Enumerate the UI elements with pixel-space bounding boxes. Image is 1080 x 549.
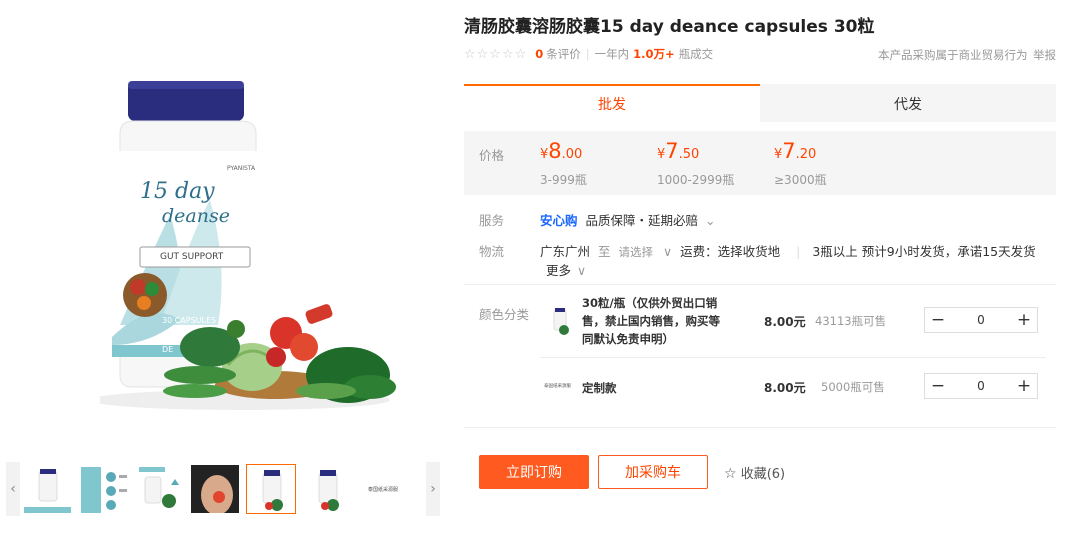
sku-1-quantity-stepper: − 0 + xyxy=(924,307,1038,333)
meta-divider: | xyxy=(585,47,590,61)
price-panel: 价格 ¥8.00 3-999瓶 ¥7.50 1000-2999瓶 ¥7.20 ≥… xyxy=(464,131,1056,195)
thumbnail-5-selected[interactable] xyxy=(246,464,296,514)
price-tier-3-range: ≥3000瓶 xyxy=(774,173,827,187)
favorite-label: 收藏(6) xyxy=(740,467,786,482)
tab-dropship[interactable]: 代发 xyxy=(760,84,1056,122)
deals-count: 1.0万+ xyxy=(633,47,675,61)
buy-now-button[interactable]: 立即订购 xyxy=(479,455,589,489)
sku-divider xyxy=(540,357,1046,358)
logistics-label: 物流 xyxy=(479,244,505,259)
main-product-image[interactable]: PYANISTA 15 day deanse GUT SUPPORT 30 CA… xyxy=(90,75,410,420)
logistics-to: 至 xyxy=(598,244,611,259)
sku-1-decrement-button[interactable]: − xyxy=(925,308,951,332)
thumbnail-3[interactable] xyxy=(134,464,184,514)
add-to-cart-button[interactable]: 加采购车 xyxy=(598,455,708,489)
favorite-button[interactable]: ☆ 收藏(6) xyxy=(724,463,785,482)
sku-2-increment-button[interactable]: + xyxy=(1011,374,1037,398)
sku-2-thumbnail[interactable]: 泰国纸采源服 xyxy=(544,383,571,389)
bottle-bottom-text: DE xyxy=(162,345,174,354)
delivery-promise: 3瓶以上 预计9小时发货，承诺15天发货 xyxy=(812,244,1036,259)
destination-chevron-icon[interactable]: ∨ xyxy=(663,244,672,259)
rating-stars-icon: ☆☆☆☆☆ xyxy=(464,46,528,62)
thumbnail-1[interactable] xyxy=(22,464,72,514)
logistics-row: 广东广州 至 请选择 ∨ 运费：选择收货地 | 3瓶以上 预计9小时发货，承诺1… xyxy=(540,241,1036,260)
sku-1-thumbnail[interactable] xyxy=(548,306,572,336)
review-count[interactable]: 0 xyxy=(535,47,543,61)
price-tier-1: ¥8.00 xyxy=(540,139,583,163)
service-row[interactable]: 安心购 品质保障・延期必赔 ⌄ xyxy=(540,210,715,229)
sku-row-2: 泰国纸采源服 定制款 8.00元 5000瓶可售 − 0 + xyxy=(540,362,1048,414)
thumbnail-prev-arrow[interactable]: ‹ xyxy=(6,462,20,516)
service-text: 品质保障・延期必赔 xyxy=(585,213,699,228)
thumbnail-next-arrow[interactable]: › xyxy=(426,462,440,516)
period-label: 一年内 xyxy=(594,47,630,61)
price-label: 价格 xyxy=(479,148,505,163)
product-meta: ☆☆☆☆☆ 0 条评价 | 一年内 1.0万+ 瓶成交 xyxy=(464,45,713,63)
sku-2-stock: 5000瓶可售 xyxy=(821,380,885,394)
trade-notice: 本产品采购属于商业贸易行为 xyxy=(878,48,1028,62)
bottle-capsules-text: 30 CAPSULES xyxy=(162,316,217,325)
thumbnail-6[interactable] xyxy=(302,464,352,514)
sku-1-price: 8.00元 xyxy=(764,315,806,329)
bottle-brand-text: PYANISTA xyxy=(227,165,256,172)
logistics-origin: 广东广州 xyxy=(540,244,591,259)
product-title: 清肠胶囊溶肠胶囊15 day deance capsules 30粒 xyxy=(464,17,875,37)
price-tier-3: ¥7.20 xyxy=(774,139,817,163)
sku-2-name: 定制款 xyxy=(582,381,617,395)
more-chevron-icon: ∨ xyxy=(577,263,587,278)
thumbnail-7[interactable]: 泰国纸采源服 xyxy=(358,464,408,514)
bottle-label-line1: 15 day xyxy=(140,179,215,204)
price-tier-1-range: 3-999瓶 xyxy=(540,173,587,187)
logistics-more[interactable]: 更多 ∨ xyxy=(546,260,586,279)
service-chevron-icon: ⌄ xyxy=(705,213,716,228)
sku-label: 颜色分类 xyxy=(479,307,530,322)
bottle-label-line2: deanse xyxy=(162,205,230,227)
star-icon: ☆ xyxy=(724,466,737,482)
review-label[interactable]: 条评价 xyxy=(546,46,581,62)
sku-1-name: 30粒/瓶（仅供外贸出口销售，禁止国内销售，购买等同默认免责申明） xyxy=(582,296,720,346)
service-label: 服务 xyxy=(479,213,505,228)
sku-2-decrement-button[interactable]: − xyxy=(925,374,951,398)
thumbnail-2[interactable] xyxy=(78,464,128,514)
anxin-badge: 安心购 xyxy=(540,213,578,228)
section-divider xyxy=(464,284,1056,285)
price-tier-2: ¥7.50 xyxy=(657,139,700,163)
sku-2-price: 8.00元 xyxy=(764,381,806,395)
actions-divider xyxy=(464,427,1056,428)
sku-row-1: 30粒/瓶（仅供外贸出口销售，禁止国内销售，购买等同默认免责申明） 8.00元 … xyxy=(540,294,1048,346)
bottle-band-text: GUT SUPPORT xyxy=(160,252,224,262)
report-link[interactable]: 举报 xyxy=(1033,47,1056,63)
sku-1-increment-button[interactable]: + xyxy=(1011,308,1037,332)
deals-unit: 瓶成交 xyxy=(678,47,714,61)
thumbnail-7-text: 泰国纸采源服 xyxy=(367,486,398,493)
price-tier-2-range: 1000-2999瓶 xyxy=(657,173,735,187)
sku-1-stock: 43113瓶可售 xyxy=(815,314,887,328)
logistics-destination-select[interactable]: 请选择 xyxy=(619,245,654,259)
thumbnail-4[interactable] xyxy=(190,464,240,514)
sku-1-quantity-input[interactable]: 0 xyxy=(977,313,985,327)
shipping-fee: 运费：选择收货地 xyxy=(680,244,781,259)
tab-wholesale[interactable]: 批发 xyxy=(464,84,760,122)
thumbnail-strip: ‹ 泰国纸采源服 › xyxy=(6,462,440,516)
logistics-divider: | xyxy=(796,244,801,259)
sku-2-quantity-stepper: − 0 + xyxy=(924,373,1038,399)
sku-2-quantity-input[interactable]: 0 xyxy=(977,379,985,393)
